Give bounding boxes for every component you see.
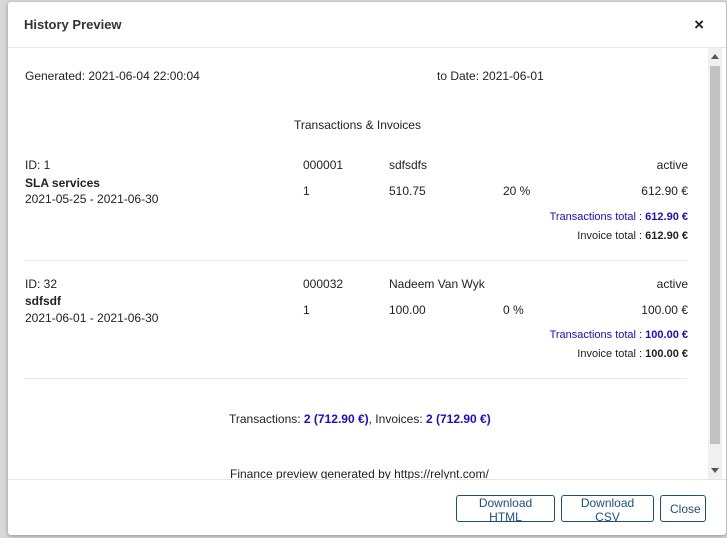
scroll-thumb[interactable] bbox=[710, 66, 720, 444]
entry-qty: 1 bbox=[303, 184, 310, 198]
entry-period: 2021-06-01 - 2021-06-30 bbox=[25, 311, 159, 325]
entry-tax: 20 % bbox=[503, 184, 531, 198]
entry-tax: 0 % bbox=[503, 303, 524, 317]
transactions-summary-value: 2 (712.90 €) bbox=[303, 412, 369, 426]
entry-status: active bbox=[656, 277, 688, 291]
entry-transactions-total: Transactions total : 612.90 € bbox=[549, 211, 688, 223]
entry-qty: 1 bbox=[303, 303, 310, 317]
close-icon[interactable]: × bbox=[694, 16, 704, 33]
scroll-up-icon[interactable] bbox=[711, 54, 719, 59]
download-html-button[interactable]: Download HTML bbox=[456, 495, 555, 524]
entry-id: ID: 1 bbox=[25, 158, 51, 172]
entry-name: sdfsdf bbox=[25, 294, 61, 308]
entry-amount: 510.75 bbox=[389, 184, 426, 198]
entry-client: sdfsdfs bbox=[389, 158, 428, 172]
entry-id: ID: 32 bbox=[25, 277, 58, 291]
modal-title: History Preview bbox=[24, 17, 122, 32]
footer-note: Finance preview generated by https://rel… bbox=[230, 467, 489, 479]
modal-footer: Download HTML Download CSV Close bbox=[8, 479, 726, 536]
entry-total: 100.00 € bbox=[641, 303, 688, 317]
section-title: Transactions & Invoices bbox=[294, 118, 421, 132]
entry-invoice-total: Invoice total : 612.90 € bbox=[577, 230, 688, 242]
entry-status: active bbox=[656, 158, 688, 172]
scroll-down-icon[interactable] bbox=[711, 468, 719, 473]
to-date: to Date: 2021-06-01 bbox=[437, 69, 544, 83]
close-button[interactable]: Close bbox=[660, 495, 706, 522]
entry-number: 000001 bbox=[303, 158, 344, 172]
entry-number: 000032 bbox=[303, 277, 344, 291]
entry-invoice-total: Invoice total : 100.00 € bbox=[577, 348, 688, 360]
entry-amount: 100.00 bbox=[389, 303, 426, 317]
generated-timestamp: Generated: 2021-06-04 22:00:04 bbox=[25, 69, 200, 83]
entry-divider bbox=[24, 378, 687, 379]
invoices-summary-value: 2 (712.90 €) bbox=[426, 412, 491, 426]
entry-client: Nadeem Van Wyk bbox=[389, 277, 485, 291]
download-csv-button[interactable]: Download CSV bbox=[561, 495, 654, 524]
summary-line: Transactions: 2 (712.90 €), Invoices: 2 … bbox=[229, 412, 491, 426]
modal-body: Generated: 2021-06-04 22:00:04 to Date: … bbox=[8, 48, 708, 479]
entry-transactions-total: Transactions total : 100.00 € bbox=[549, 329, 688, 341]
entry-period: 2021-05-25 - 2021-06-30 bbox=[25, 192, 159, 206]
vertical-scrollbar[interactable] bbox=[708, 48, 722, 479]
history-preview-modal: History Preview × Generated: 2021-06-04 … bbox=[8, 2, 726, 535]
entry-divider bbox=[24, 260, 687, 261]
entry-name: SLA services bbox=[25, 176, 100, 190]
entry-total: 612.90 € bbox=[641, 184, 688, 198]
modal-header: History Preview × bbox=[8, 2, 726, 48]
